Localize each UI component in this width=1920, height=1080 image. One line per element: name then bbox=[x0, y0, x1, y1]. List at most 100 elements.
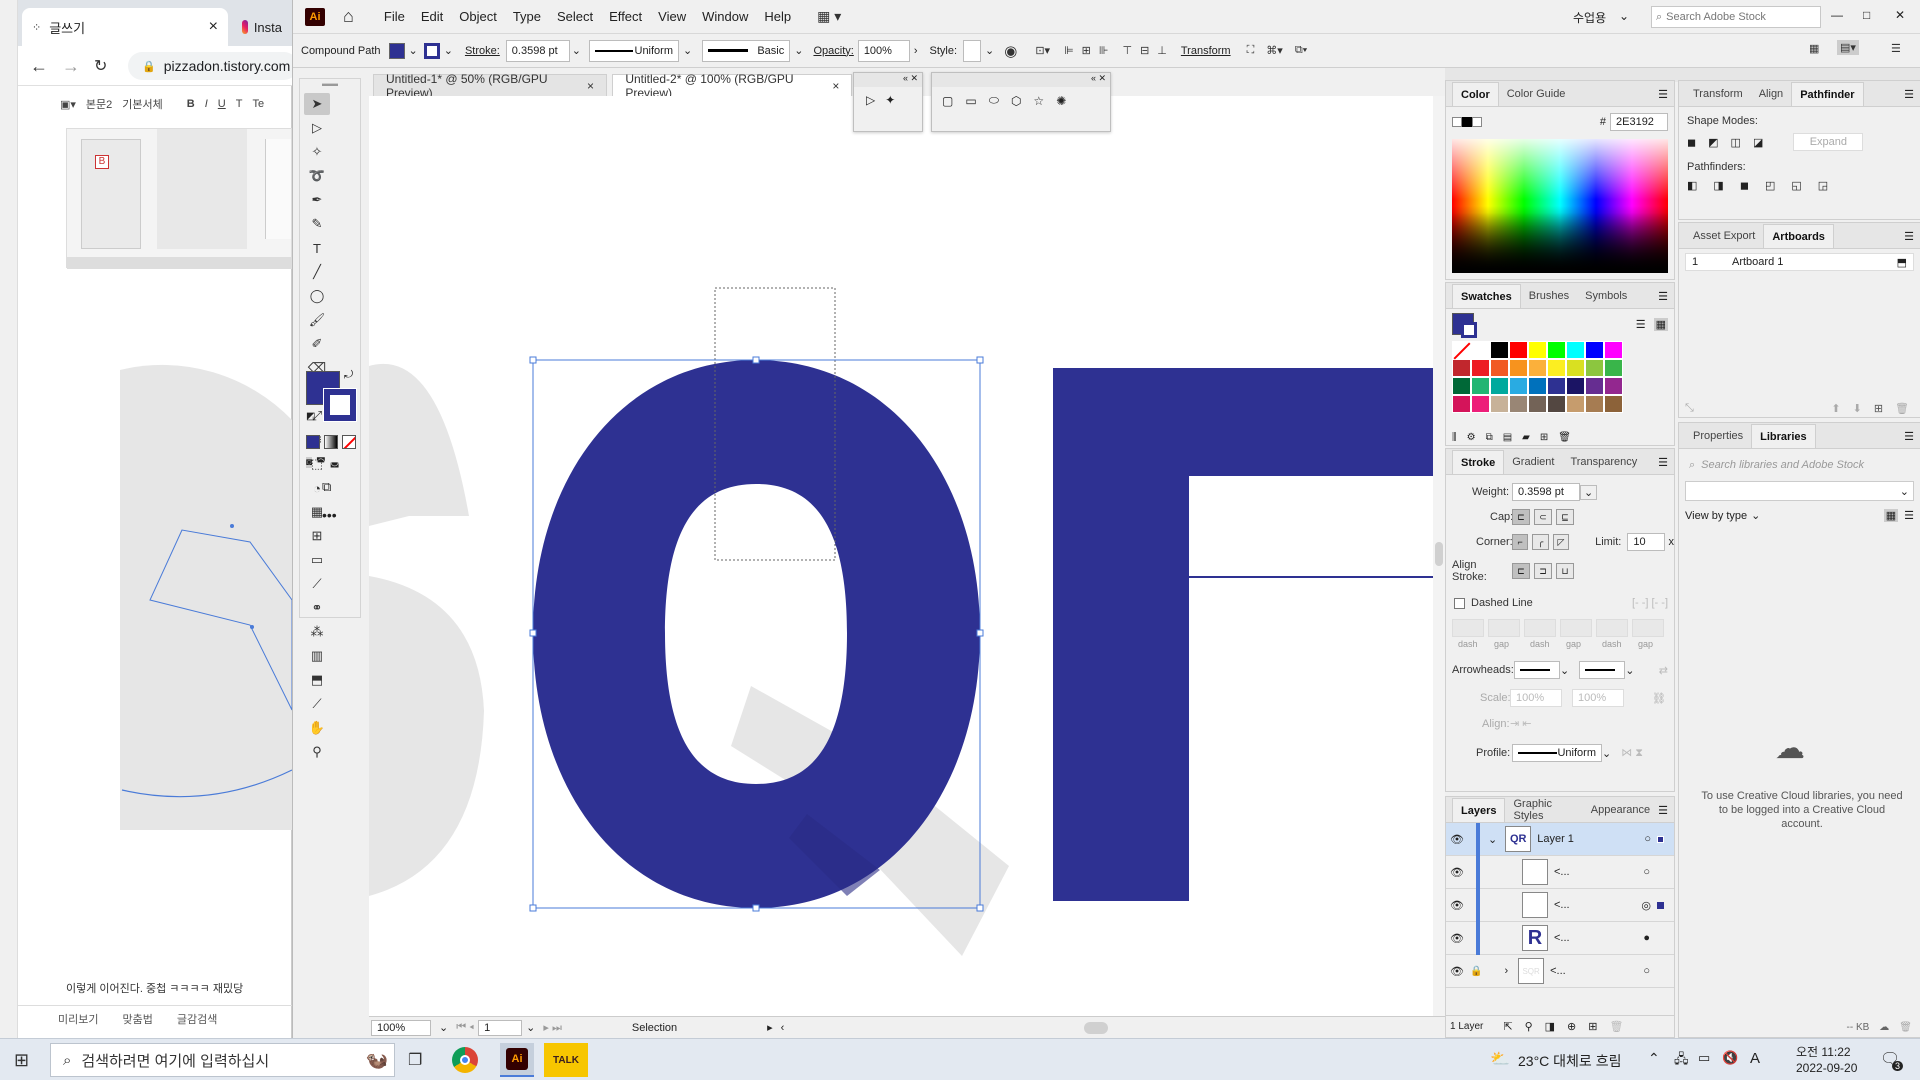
selection-tool-icon[interactable]: ➤ bbox=[304, 93, 330, 115]
eye-icon[interactable]: 👁 bbox=[1446, 833, 1468, 846]
gradient-tool-icon[interactable]: ▭ bbox=[304, 549, 330, 571]
tab-gradient[interactable]: Gradient bbox=[1504, 450, 1562, 474]
swatch[interactable] bbox=[1585, 359, 1604, 377]
tab-transparency[interactable]: Transparency bbox=[1562, 450, 1645, 474]
swatch[interactable] bbox=[1604, 341, 1623, 359]
doc-tab-untitled-1[interactable]: Untitled-1* @ 50% (RGB/GPU Preview) × bbox=[373, 72, 607, 100]
chevron-down-icon[interactable]: ⌄ bbox=[1619, 9, 1629, 23]
delete-icon[interactable]: 🗑 bbox=[1558, 432, 1571, 443]
target-icon[interactable]: ○ bbox=[1643, 866, 1650, 878]
eye-icon[interactable]: 👁 bbox=[1446, 899, 1468, 912]
tab-libraries[interactable]: Libraries bbox=[1751, 424, 1816, 448]
swatch[interactable] bbox=[1509, 359, 1528, 377]
menu-type[interactable]: Type bbox=[505, 9, 549, 24]
textcolor-button[interactable]: Te bbox=[252, 98, 264, 110]
forward-icon[interactable]: → bbox=[62, 56, 80, 77]
tab-appearance[interactable]: Appearance bbox=[1583, 798, 1658, 822]
chevron-down-icon[interactable]: ⌄ bbox=[1580, 484, 1598, 500]
align-inside-stroke-icon[interactable]: ⊐ bbox=[1534, 563, 1552, 579]
direct-selection-tool-icon[interactable]: ▷ bbox=[304, 117, 330, 139]
link-icon[interactable]: ⛓ bbox=[1652, 692, 1666, 705]
layer-row-sublayer[interactable]: 👁 R <... ● bbox=[1446, 921, 1674, 955]
stroke-color-box[interactable] bbox=[323, 388, 357, 422]
layer-row-sublayer[interactable]: 👁 <... ◎ bbox=[1446, 888, 1674, 922]
flip-icon[interactable]: ⋈ ⧗ bbox=[1621, 746, 1643, 760]
color-spectrum[interactable] bbox=[1452, 139, 1668, 273]
isolate-icon[interactable]: ⛶ bbox=[1247, 44, 1255, 57]
swatch[interactable] bbox=[1585, 377, 1604, 395]
chrome-icon[interactable] bbox=[452, 1047, 478, 1073]
hex-input[interactable]: 2E3192 bbox=[1610, 113, 1668, 131]
arrowhead-start-select[interactable] bbox=[1514, 661, 1560, 679]
close-icon[interactable]: × bbox=[832, 79, 839, 93]
slice-tool-icon[interactable]: ⟋ bbox=[304, 693, 330, 715]
column-graph-icon[interactable]: ▥ bbox=[304, 645, 330, 667]
swatch[interactable] bbox=[1566, 341, 1585, 359]
swatch[interactable] bbox=[1546, 376, 1567, 396]
artboard-row[interactable]: 1 Artboard 1 ⬒ bbox=[1685, 253, 1914, 271]
chevron-down-icon[interactable]: ⌄ bbox=[439, 1021, 448, 1034]
bevel-join-icon[interactable]: ◸ bbox=[1552, 534, 1570, 550]
menu-icon[interactable]: ☰ bbox=[1658, 290, 1668, 303]
menu-icon[interactable]: ☰ bbox=[1658, 88, 1668, 101]
minimize-button[interactable]: — bbox=[1831, 8, 1843, 22]
back-icon[interactable]: ← bbox=[30, 56, 48, 77]
swatch[interactable] bbox=[1528, 395, 1547, 413]
clock-date[interactable]: 2022-09-20 bbox=[1796, 1061, 1857, 1075]
chevron-right-icon[interactable]: › bbox=[914, 45, 918, 57]
mesh-tool-icon[interactable]: ⊞ bbox=[304, 525, 330, 547]
swatch[interactable] bbox=[1452, 341, 1471, 360]
type-tool-icon[interactable]: T bbox=[304, 237, 330, 259]
arrowhead-end-select[interactable] bbox=[1579, 661, 1626, 679]
list-view-icon[interactable]: ☰ bbox=[1904, 509, 1914, 522]
layer-row-sublayer[interactable]: 👁 🔒 › SQR <... ○ bbox=[1446, 955, 1674, 988]
fill-stroke-indicator[interactable] bbox=[1452, 313, 1477, 338]
chevron-down-icon[interactable]: ⌄ bbox=[1602, 747, 1611, 760]
new-swatch-icon[interactable]: ⊞ bbox=[1540, 432, 1548, 443]
h-scrollbar-thumb[interactable] bbox=[1084, 1021, 1109, 1034]
gap-1[interactable] bbox=[1488, 619, 1520, 637]
gradient-mode-icon[interactable] bbox=[324, 435, 338, 449]
align-top-icon[interactable]: ⊤ bbox=[1122, 44, 1132, 57]
swatch[interactable] bbox=[1547, 359, 1566, 377]
italic-button[interactable]: I bbox=[205, 98, 208, 110]
tab-pathfinder[interactable]: Pathfinder bbox=[1791, 82, 1864, 106]
align-bottom-icon[interactable]: ⊥ bbox=[1157, 44, 1167, 57]
pen-tool-icon[interactable]: ✒ bbox=[304, 189, 330, 211]
stroke-swatch[interactable] bbox=[423, 42, 440, 59]
menu-icon[interactable]: ☰ bbox=[1904, 430, 1914, 443]
swap-icon[interactable]: ⤾ bbox=[344, 369, 353, 382]
tab-layers[interactable]: Layers bbox=[1452, 798, 1506, 822]
swatch[interactable] bbox=[1471, 377, 1490, 395]
swatch[interactable] bbox=[1490, 341, 1509, 359]
crop-icon[interactable]: ◰ bbox=[1765, 179, 1775, 192]
menu-object[interactable]: Object bbox=[451, 9, 505, 24]
move-up-icon[interactable]: ⬆ bbox=[1831, 402, 1840, 415]
menu-icon[interactable]: ☰ bbox=[1904, 230, 1914, 243]
none-mode-icon[interactable] bbox=[342, 435, 356, 449]
chevron-down-icon[interactable]: ⌄ bbox=[794, 44, 803, 57]
draw-inside-icon[interactable]: ◛ bbox=[330, 457, 340, 468]
grid-view-icon[interactable]: ▦ bbox=[1653, 317, 1668, 331]
image-icon[interactable]: ▣▾ bbox=[60, 98, 76, 111]
rounded-rect-tool-icon[interactable]: ▭ bbox=[965, 94, 976, 108]
layer-row-layer1[interactable]: 👁 ⌄ QR Layer 1 ○ bbox=[1446, 822, 1674, 856]
transform-link[interactable]: Transform bbox=[1181, 45, 1231, 57]
swatch[interactable] bbox=[1566, 395, 1585, 413]
swatch[interactable] bbox=[1585, 341, 1604, 359]
list-view-icon[interactable]: ☰ bbox=[1636, 318, 1646, 331]
white-color-icon[interactable] bbox=[1472, 117, 1482, 127]
swatch[interactable] bbox=[1490, 377, 1509, 395]
menu-help[interactable]: Help bbox=[756, 9, 799, 24]
minus-front-icon[interactable]: ◩ bbox=[1708, 136, 1718, 149]
lock-icon[interactable]: 🔒 bbox=[1470, 966, 1482, 977]
target-icon[interactable]: ◎ bbox=[1641, 899, 1651, 912]
maximize-button[interactable]: □ bbox=[1863, 8, 1870, 22]
swatch[interactable] bbox=[1547, 395, 1566, 413]
dash-2[interactable] bbox=[1524, 619, 1556, 637]
dash-align-icon[interactable]: [- -] [- -] bbox=[1632, 597, 1668, 609]
new-layer-icon[interactable]: ⊞ bbox=[1588, 1020, 1597, 1033]
menu-window[interactable]: Window bbox=[694, 9, 756, 24]
color-mode-icon[interactable] bbox=[306, 435, 320, 449]
swatch[interactable] bbox=[1509, 395, 1528, 413]
